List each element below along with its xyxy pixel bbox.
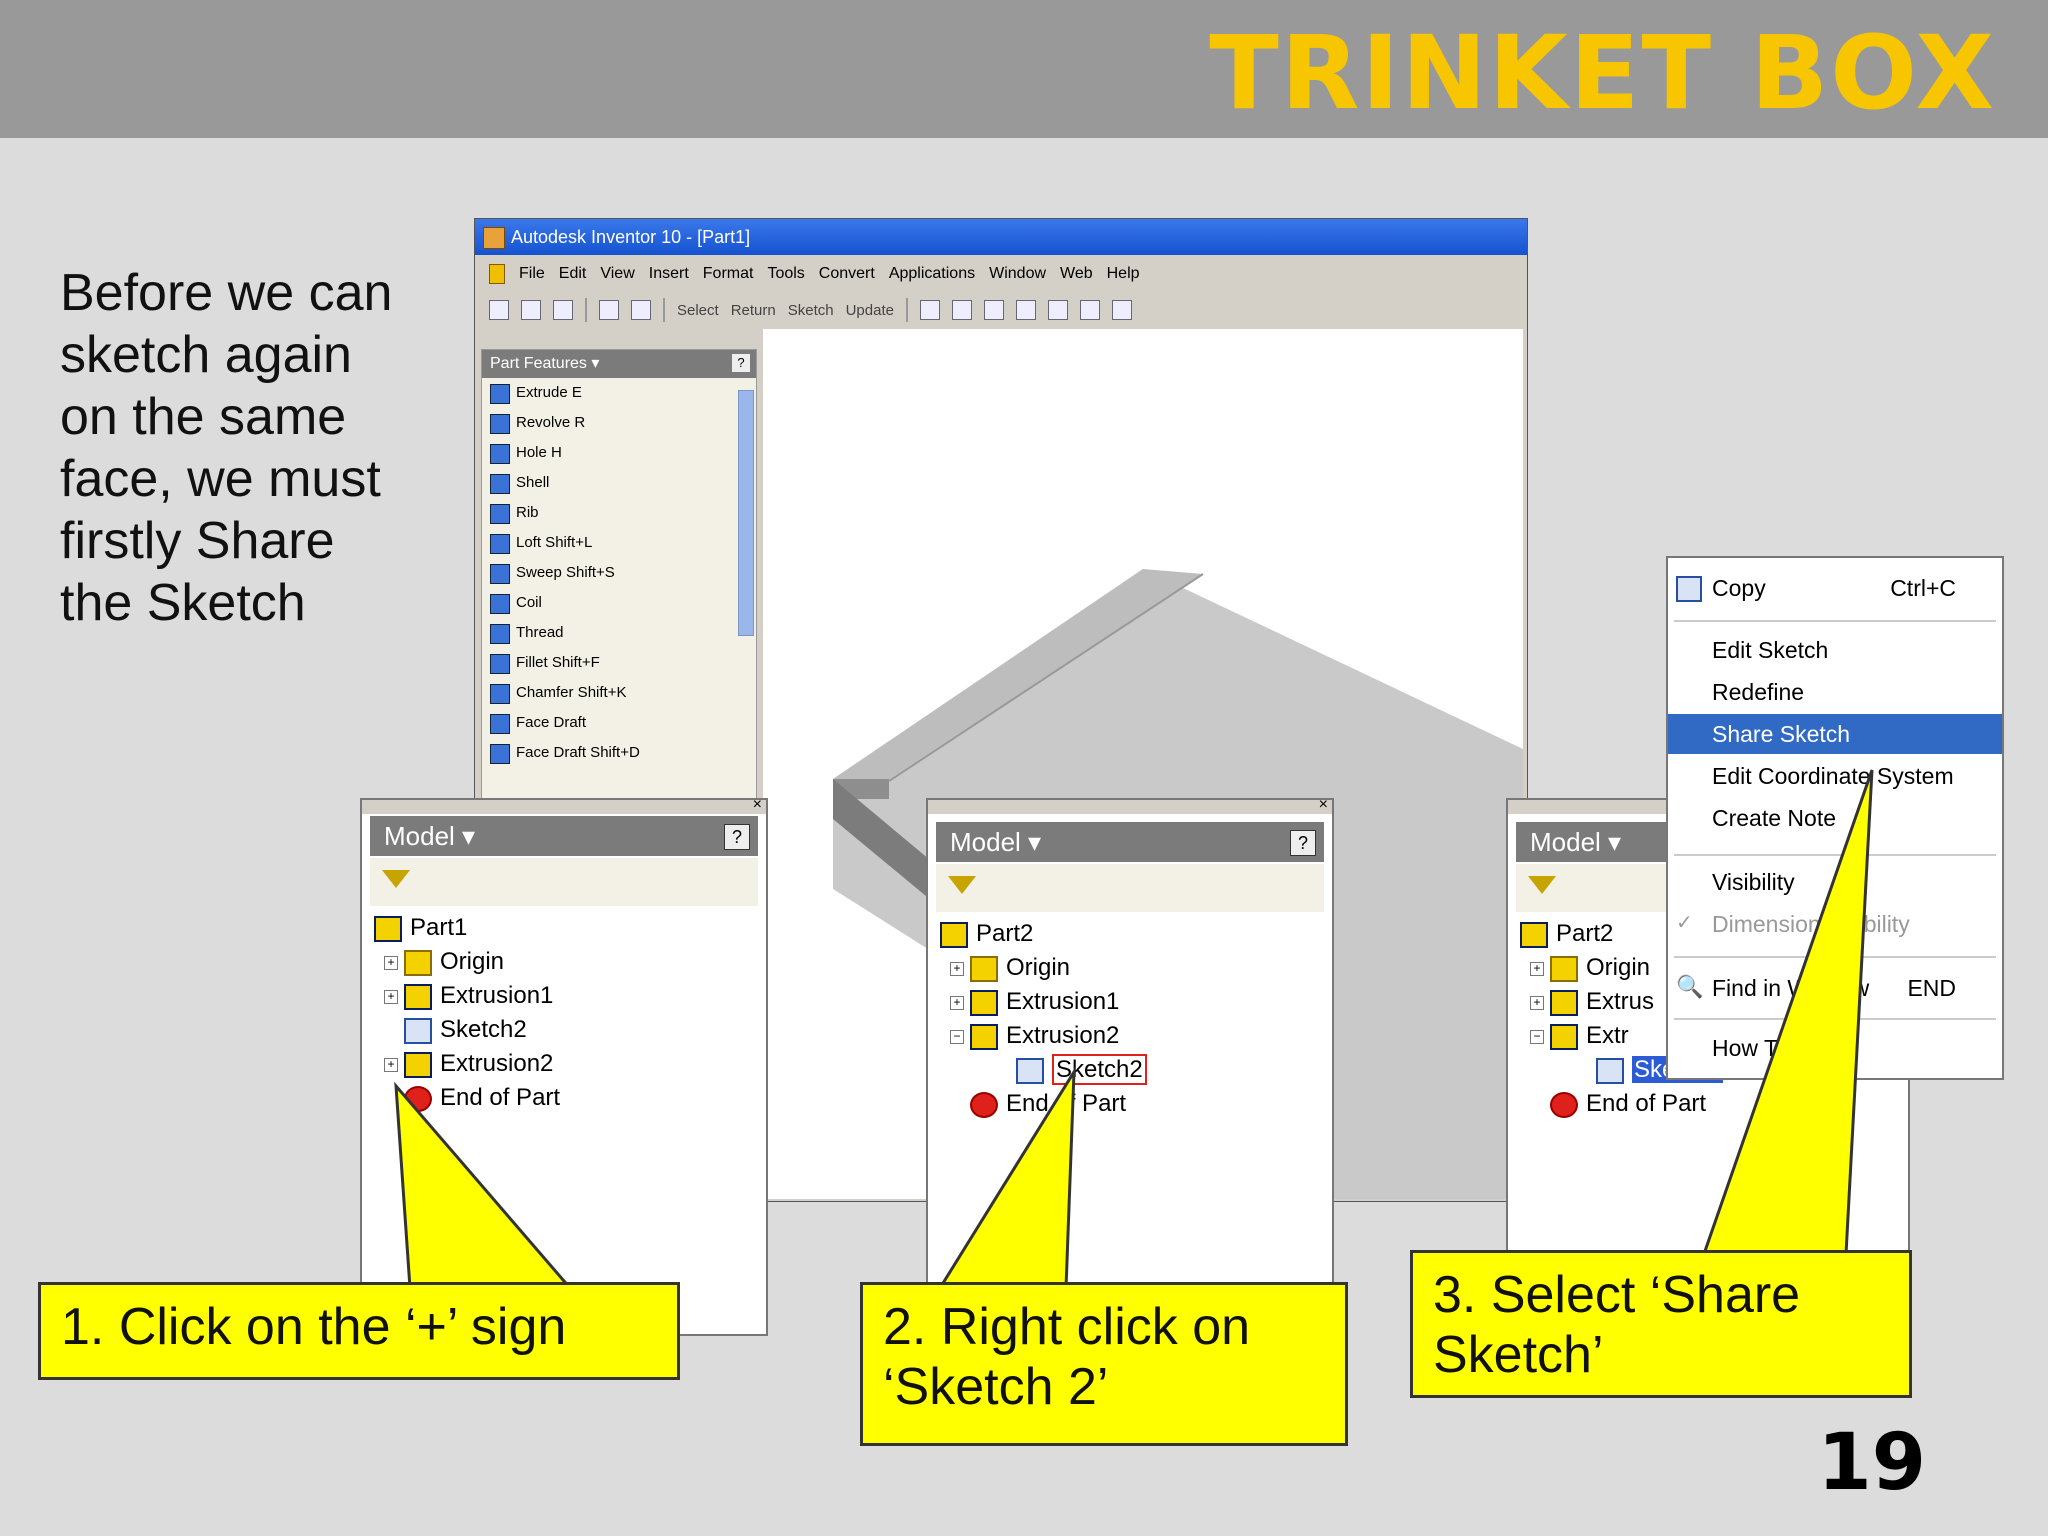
callout-step-1: 1. Click on the ‘+’ sign [38, 1282, 680, 1380]
callout-text: 1. Click on the ‘+’ sign [61, 1298, 567, 1356]
callout-1-pointer [394, 1081, 574, 1290]
callout-3-pointer [1701, 769, 1874, 1256]
page-number: 19 [1817, 1418, 1926, 1508]
callout-step-3: 3. Select ‘Share Sketch’ [1410, 1250, 1912, 1398]
callout-2-pointer [937, 1066, 1076, 1290]
callout-text: 2. Right click on ‘Sketch 2’ [883, 1298, 1251, 1416]
callout-step-2: 2. Right click on ‘Sketch 2’ [860, 1282, 1348, 1446]
callout-text: 3. Select ‘Share Sketch’ [1433, 1266, 1801, 1384]
